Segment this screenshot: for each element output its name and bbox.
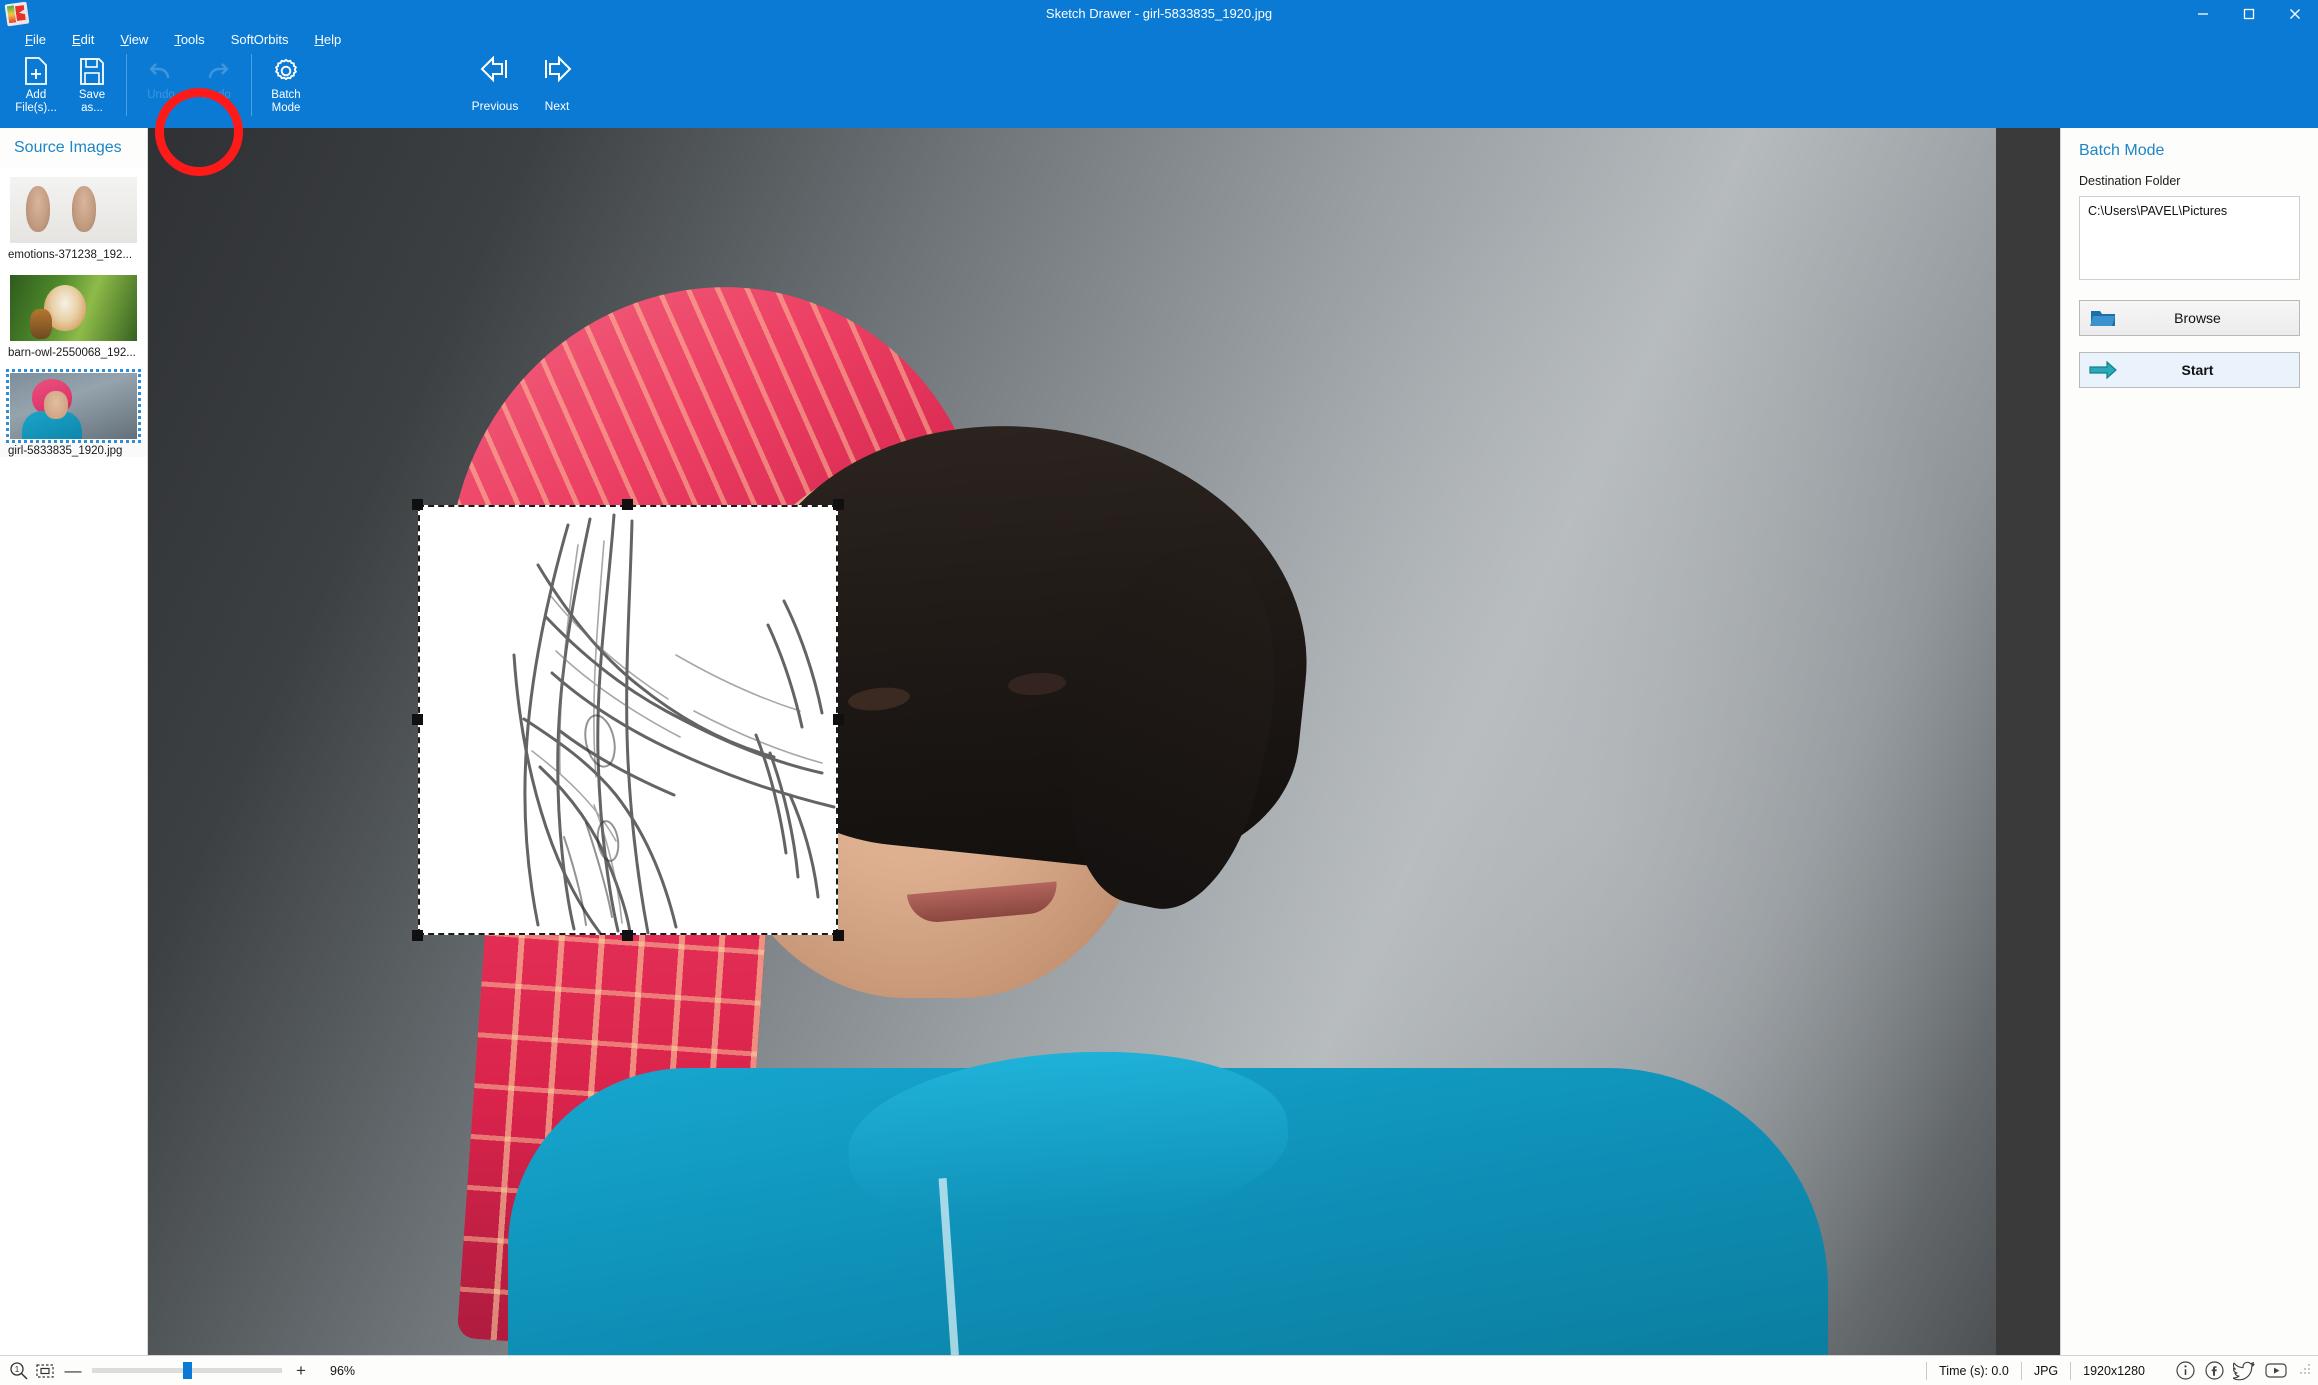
application-window: Sketch Drawer - girl-5833835_1920.jpg FF… (0, 0, 2318, 1385)
social-links (2157, 1360, 2292, 1381)
time-status: Time (s): 0.0 (1926, 1362, 2021, 1380)
start-button[interactable]: Start (2079, 352, 2300, 388)
menu-item-tools[interactable]: Tools (161, 30, 217, 49)
redo-button[interactable]: Redo (189, 50, 245, 122)
zoom-in-button[interactable]: + (286, 1361, 316, 1381)
add-files-label: Add File(s)... (5, 89, 67, 115)
save-icon (78, 56, 106, 86)
menu-item-softorbits[interactable]: SoftOrbits (218, 30, 302, 49)
selection-handle-bottom-right[interactable] (833, 930, 844, 941)
menu-item-edit[interactable]: Edit (59, 30, 107, 49)
start-button-label: Start (2126, 362, 2299, 378)
browse-button-label: Browse (2126, 310, 2299, 326)
selection-handle-top-right[interactable] (833, 499, 844, 510)
undo-button[interactable]: Undo (133, 50, 189, 122)
gear-icon (271, 56, 301, 86)
source-images-title: Source Images (0, 128, 147, 167)
youtube-icon[interactable] (2264, 1360, 2288, 1381)
folder-icon (2080, 307, 2126, 329)
toolbar: Add File(s)... Save as... (0, 50, 2318, 128)
window-controls (2180, 0, 2318, 28)
batch-mode-label: Batch Mode (255, 89, 317, 115)
previous-button[interactable]: Previous (464, 54, 526, 113)
sketch-drawer-app-icon[interactable] (5, 2, 30, 27)
zoom-slider[interactable] (92, 1368, 282, 1373)
dimensions-status: 1920x1280 (2070, 1362, 2157, 1380)
status-bar: 1 — + 96% Time (s): 0.0 JPG 1920x1280 (0, 1355, 2318, 1385)
next-button[interactable]: Next (526, 54, 588, 113)
thumbnail-label: emotions-371238_192... (0, 243, 147, 261)
destination-folder-label: Destination Folder (2079, 174, 2300, 188)
thumbnail-label: girl-5833835_1920.jpg (0, 439, 147, 457)
info-icon[interactable] (2175, 1360, 2196, 1381)
selection-handle-middle-left[interactable] (412, 714, 423, 725)
main-area: Source Images emotions-371238_192... bar… (0, 128, 2318, 1355)
batch-mode-panel: Batch Mode Destination Folder C:\Users\P… (2060, 128, 2318, 1355)
menu-item-view[interactable]: View (107, 30, 161, 49)
zoom-slider-thumb[interactable] (183, 1362, 192, 1379)
add-file-icon (22, 56, 50, 86)
pencil-sketch-strokes (418, 505, 838, 935)
image-canvas[interactable] (148, 128, 2060, 1355)
toolbar-separator-1 (126, 54, 127, 116)
zoom-actual-size-icon[interactable]: 1 (6, 1361, 32, 1381)
zoom-fit-window-icon[interactable] (32, 1361, 58, 1381)
browse-button[interactable]: Browse (2079, 300, 2300, 336)
batch-mode-title: Batch Mode (2079, 142, 2300, 160)
resize-grip[interactable] (2298, 1362, 2312, 1379)
add-files-button[interactable]: Add File(s)... (8, 50, 64, 122)
undo-arrow-icon (146, 56, 176, 86)
redo-label: Redo (186, 89, 248, 102)
batch-mode-button[interactable]: Batch Mode (258, 50, 314, 122)
navigation-group: Previous Next (464, 50, 588, 113)
window-title: Sketch Drawer - girl-5833835_1920.jpg (0, 0, 2318, 28)
save-as-label: Save as... (61, 89, 123, 115)
thumbnail-image[interactable] (10, 373, 137, 439)
zoom-percent-label: 96% (330, 1364, 380, 1378)
toolbar-separator-2 (251, 54, 252, 116)
menu-bar: FFileile Edit View Tools SoftOrbits Help (0, 28, 2318, 50)
arrow-left-icon (478, 54, 512, 89)
destination-folder-input[interactable]: C:\Users\PAVEL\Pictures (2079, 196, 2300, 280)
list-item[interactable]: girl-5833835_1920.jpg (0, 373, 147, 465)
list-item[interactable]: barn-owl-2550068_192... (0, 275, 147, 367)
selection-handle-bottom-middle[interactable] (622, 930, 633, 941)
save-as-button[interactable]: Save as... (64, 50, 120, 122)
source-images-panel: Source Images emotions-371238_192... bar… (0, 128, 148, 1355)
zoom-out-button[interactable]: — (58, 1361, 88, 1381)
facebook-icon[interactable] (2204, 1360, 2225, 1381)
thumbnail-image[interactable] (10, 275, 137, 341)
selection-handle-top-middle[interactable] (622, 499, 633, 510)
selection-handle-top-left[interactable] (412, 499, 423, 510)
next-label: Next (545, 99, 570, 113)
thumbnail-label: barn-owl-2550068_192... (0, 341, 147, 359)
list-item[interactable]: emotions-371238_192... (0, 177, 147, 269)
menu-item-file[interactable]: FFileile (12, 30, 59, 49)
format-status: JPG (2021, 1362, 2070, 1380)
previous-label: Previous (472, 99, 519, 113)
arrow-right-thick-icon (2080, 360, 2126, 380)
maximize-icon[interactable] (2226, 0, 2272, 28)
selection-handle-bottom-left[interactable] (412, 930, 423, 941)
thumbnail-list: emotions-371238_192... barn-owl-2550068_… (0, 167, 147, 465)
arrow-right-icon (540, 54, 574, 89)
menu-item-help[interactable]: Help (301, 30, 354, 49)
close-icon[interactable] (2272, 0, 2318, 28)
undo-label: Undo (130, 89, 192, 102)
thumbnail-face-detail (44, 391, 68, 419)
sketch-preview (418, 505, 838, 935)
twitter-icon[interactable] (2233, 1360, 2256, 1381)
svg-text:1: 1 (15, 1365, 20, 1374)
thumbnail-image[interactable] (10, 177, 137, 243)
selection-handle-middle-right[interactable] (833, 714, 844, 725)
minimize-icon[interactable] (2180, 0, 2226, 28)
redo-arrow-icon (202, 56, 232, 86)
selection-rectangle[interactable] (418, 505, 838, 935)
title-bar: Sketch Drawer - girl-5833835_1920.jpg (0, 0, 2318, 28)
